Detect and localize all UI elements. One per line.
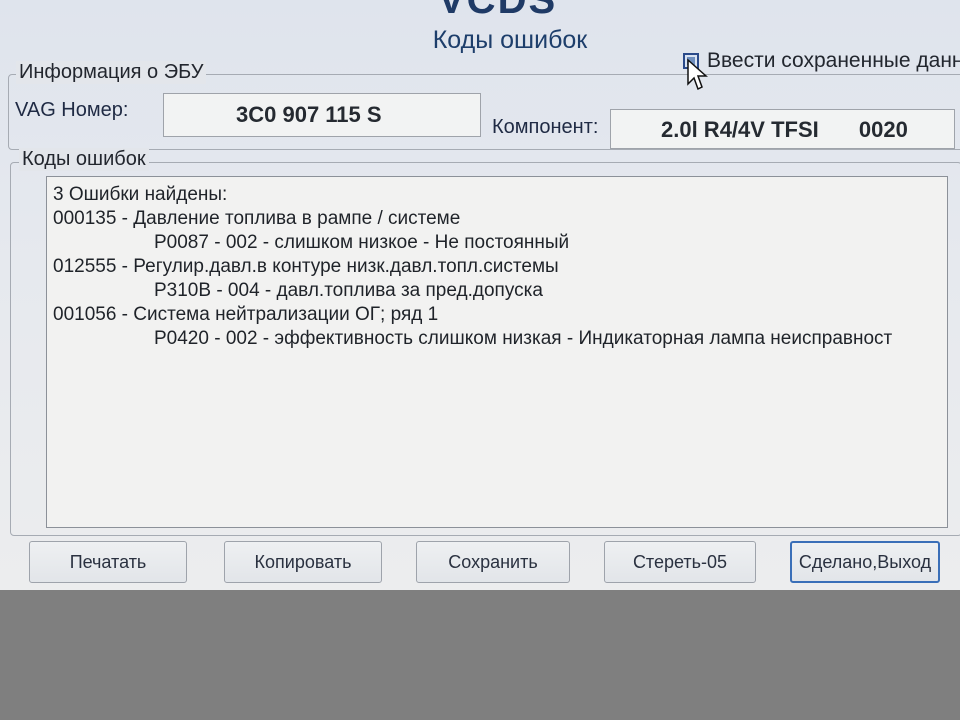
fault-codes-textbox[interactable]: 3 Ошибки найдены: 000135 - Давление топл… bbox=[46, 176, 948, 528]
component-name: 2.0l R4/4V TFSI bbox=[661, 117, 819, 142]
mouse-cursor-icon bbox=[687, 58, 708, 91]
fault-detail-line: P0420 - 002 - эффективность слишком низк… bbox=[154, 328, 893, 349]
vag-number-field: 3C0 907 115 S bbox=[163, 93, 481, 137]
fault-code-line: 000135 - Давление топлива в рампе / сист… bbox=[53, 208, 461, 229]
ecu-info-legend: Информация о ЭБУ bbox=[16, 61, 207, 84]
component-field: 2.0l R4/4V TFSI 0020 bbox=[610, 109, 955, 149]
vag-number-label: VAG Номер: bbox=[15, 99, 129, 121]
fault-codes-legend: Коды ошибок bbox=[19, 148, 149, 171]
clear-codes-button[interactable]: Стереть-05 bbox=[604, 541, 756, 583]
copy-button[interactable]: Копировать bbox=[224, 541, 382, 583]
component-label: Компонент: bbox=[492, 116, 599, 138]
fault-code-line: 001056 - Система нейтрализации ОГ; ряд 1 bbox=[53, 304, 439, 325]
saved-data-label: Ввести сохраненные данн bbox=[707, 49, 960, 72]
save-button[interactable]: Сохранить bbox=[416, 541, 570, 583]
done-exit-button[interactable]: Сделано,Выход bbox=[790, 541, 940, 583]
print-button[interactable]: Печатать bbox=[29, 541, 187, 583]
component-code: 0020 bbox=[858, 117, 908, 142]
app-logo: VCDS bbox=[438, 0, 558, 22]
fault-detail-line: P310B - 004 - давл.топлива за пред.допус… bbox=[154, 280, 543, 301]
fault-code-line: 012555 - Регулир.давл.в контуре низк.дав… bbox=[53, 256, 559, 277]
saved-data-toggle[interactable]: Ввести сохраненные данн bbox=[683, 48, 960, 74]
app-window: VCDS Коды ошибок Ввести сохраненные данн… bbox=[0, 0, 960, 590]
page-title: Коды ошибок bbox=[432, 26, 588, 54]
fault-detail-line: P0087 - 002 - слишком низкое - Не постоя… bbox=[154, 232, 570, 253]
fault-count-line: 3 Ошибки найдены: bbox=[53, 184, 228, 205]
